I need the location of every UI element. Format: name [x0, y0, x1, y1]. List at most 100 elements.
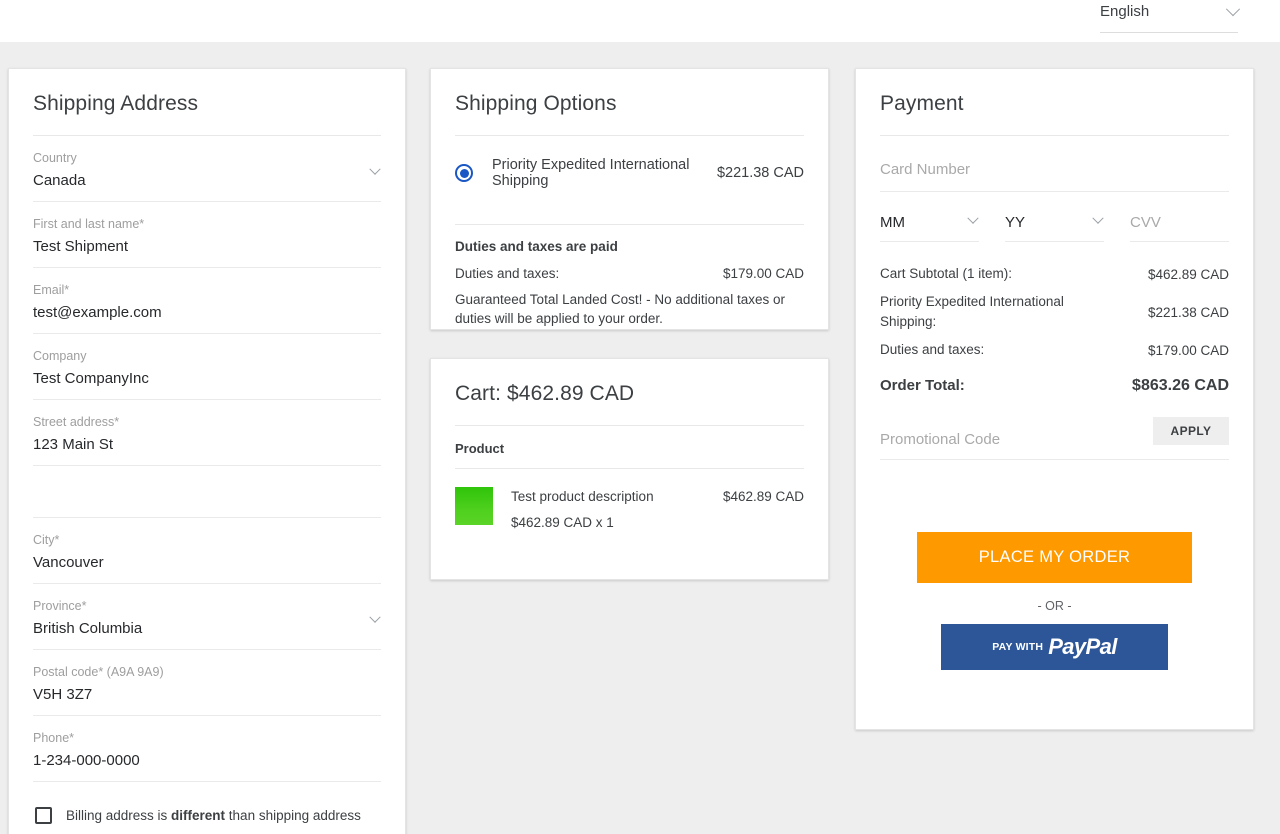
card-number-field[interactable]: Card Number [880, 148, 1229, 192]
order-total-label: Order Total: [880, 377, 965, 394]
billing-text-before: Billing address is [66, 808, 172, 823]
shipping-option-name: Priority Expedited International Shippin… [492, 157, 690, 189]
shipping-option-row[interactable]: Priority Expedited International Shippin… [455, 136, 804, 192]
order-summary: Cart Subtotal (1 item): $462.89 CAD Prio… [880, 242, 1229, 400]
cart-total: $462.89 CAD [507, 382, 635, 405]
expiry-year-select[interactable]: YY [1005, 204, 1104, 242]
field-province[interactable]: Province* British Columbia [33, 584, 381, 650]
field-phone[interactable]: Phone* 1-234-000-0000 [33, 716, 381, 782]
page-header: English [0, 0, 1280, 42]
field-label: Company [33, 349, 87, 363]
summary-value: $179.00 CAD [1147, 342, 1229, 358]
field-street-address[interactable]: Street address* 123 Main St [33, 400, 381, 466]
summary-value: $221.38 CAD [1147, 304, 1229, 320]
expiry-year-value: YY [1005, 214, 1026, 231]
billing-address-checkbox-label: Billing address is different than shippi… [66, 808, 361, 823]
field-value: test@example.com [33, 304, 162, 321]
field-value: Vancouver [33, 554, 104, 571]
summary-label: Duties and taxes: [880, 342, 985, 357]
field-value: 123 Main St [33, 436, 114, 453]
card-number-placeholder: Card Number [880, 161, 971, 178]
checkbox-icon[interactable] [35, 807, 52, 824]
field-country[interactable]: Country Canada [33, 136, 381, 202]
cart-card: Cart: $462.89 CAD Product Test product de… [430, 358, 829, 580]
product-description: Test product description [511, 489, 654, 504]
chevron-down-icon [967, 212, 979, 224]
field-street-address-2[interactable] [33, 466, 381, 518]
expiry-month-select[interactable]: MM [880, 204, 979, 242]
duties-label: Duties and taxes: [455, 266, 560, 281]
product-thumbnail [455, 487, 493, 525]
billing-address-checkbox-row[interactable]: Billing address is different than shippi… [33, 782, 381, 824]
payment-card: Payment Card Number MM YY CVV Cart Subto… [855, 68, 1254, 730]
duties-note: Guaranteed Total Landed Cost! - No addit… [455, 292, 785, 326]
field-postal-code[interactable]: Postal code* (A9A 9A9) V5H 3Z7 [33, 650, 381, 716]
shipping-option-price: $221.38 CAD [716, 165, 804, 181]
summary-row: Priority Expedited International Shippin… [880, 288, 1229, 336]
product-price: $462.89 CAD [722, 489, 804, 504]
field-label: First and last name* [33, 217, 145, 231]
field-company[interactable]: Company Test CompanyInc [33, 334, 381, 400]
field-value [33, 484, 381, 506]
place-my-order-button[interactable]: PLACE MY ORDER [917, 532, 1192, 583]
cart-item-details: Test product description $462.89 CAD x 1 [511, 487, 723, 533]
cart-title-label: Cart: [455, 382, 502, 405]
field-value: British Columbia [33, 620, 143, 637]
field-value: Canada [33, 172, 86, 189]
duties-row: Duties and taxes: $179.00 CAD [455, 266, 804, 281]
divider [880, 135, 1229, 136]
summary-label: Priority Expedited International Shippin… [880, 294, 1064, 329]
or-separator: - OR - [1037, 599, 1072, 613]
radio-dot [459, 168, 469, 178]
field-label: Email* [33, 283, 70, 297]
chevron-down-icon [1225, 1, 1241, 16]
order-total-value: $863.26 CAD [1132, 377, 1229, 394]
promo-code-input[interactable]: Promotional Code [880, 431, 1000, 448]
field-full-name[interactable]: First and last name* Test Shipment [33, 202, 381, 268]
summary-row: Duties and taxes: $179.00 CAD [880, 336, 1229, 364]
product-qty-line: $462.89 CAD x 1 [511, 515, 614, 530]
radio-selected-icon[interactable] [455, 164, 473, 182]
field-label: City* [33, 533, 60, 547]
field-label: Province* [33, 599, 87, 613]
checkout-page: English Shipping Address Country Canada … [0, 0, 1280, 834]
shipping-address-card: Shipping Address Country Canada First an… [8, 68, 406, 834]
summary-value: $462.89 CAD [1147, 266, 1229, 282]
field-email[interactable]: Email* test@example.com [33, 268, 381, 334]
field-label: Country [33, 151, 77, 165]
payment-title: Payment [880, 92, 964, 115]
field-value: Test Shipment [33, 238, 129, 255]
cart-item-row: Test product description $462.89 CAD x 1… [455, 469, 804, 533]
cart-column-header: Product [455, 441, 505, 456]
field-value: Test CompanyInc [33, 370, 149, 387]
expiry-row: MM YY CVV [880, 192, 1229, 242]
apply-promo-button[interactable]: APPLY [1153, 417, 1229, 445]
order-total-row: Order Total: $863.26 CAD [880, 364, 1229, 400]
chevron-down-icon [1092, 212, 1104, 224]
pay-with-paypal-button[interactable]: PAY WITH PayPal [941, 624, 1168, 670]
paypal-logo: PayPal [1048, 634, 1117, 659]
billing-text-bold: different [171, 808, 226, 823]
cvv-placeholder: CVV [1130, 214, 1161, 231]
paypal-pay-with-label: PAY WITH [992, 641, 1044, 653]
field-value: 1-234-000-0000 [33, 752, 140, 769]
field-label: Street address* [33, 415, 120, 429]
field-label: Phone* [33, 731, 75, 745]
shipping-options-card: Shipping Options Priority Expedited Inte… [430, 68, 829, 330]
promo-code-row: Promotional Code APPLY [880, 417, 1229, 460]
field-value: V5H 3Z7 [33, 686, 93, 703]
duties-value: $179.00 CAD [722, 266, 804, 281]
summary-label: Cart Subtotal (1 item): [880, 266, 1013, 281]
shipping-address-title: Shipping Address [33, 92, 199, 115]
language-selector[interactable]: English [1100, 0, 1241, 33]
summary-row: Cart Subtotal (1 item): $462.89 CAD [880, 260, 1229, 288]
shipping-options-title: Shipping Options [455, 92, 617, 115]
expiry-month-value: MM [880, 214, 905, 231]
field-city[interactable]: City* Vancouver [33, 518, 381, 584]
cvv-field[interactable]: CVV [1130, 204, 1229, 242]
duties-heading: Duties and taxes are paid [455, 239, 618, 254]
language-label: English [1100, 3, 1150, 20]
field-label: Postal code* (A9A 9A9) [33, 665, 164, 679]
duties-section: Duties and taxes are paid Duties and tax… [455, 225, 804, 328]
cart-title: Cart: $462.89 CAD [455, 359, 804, 425]
